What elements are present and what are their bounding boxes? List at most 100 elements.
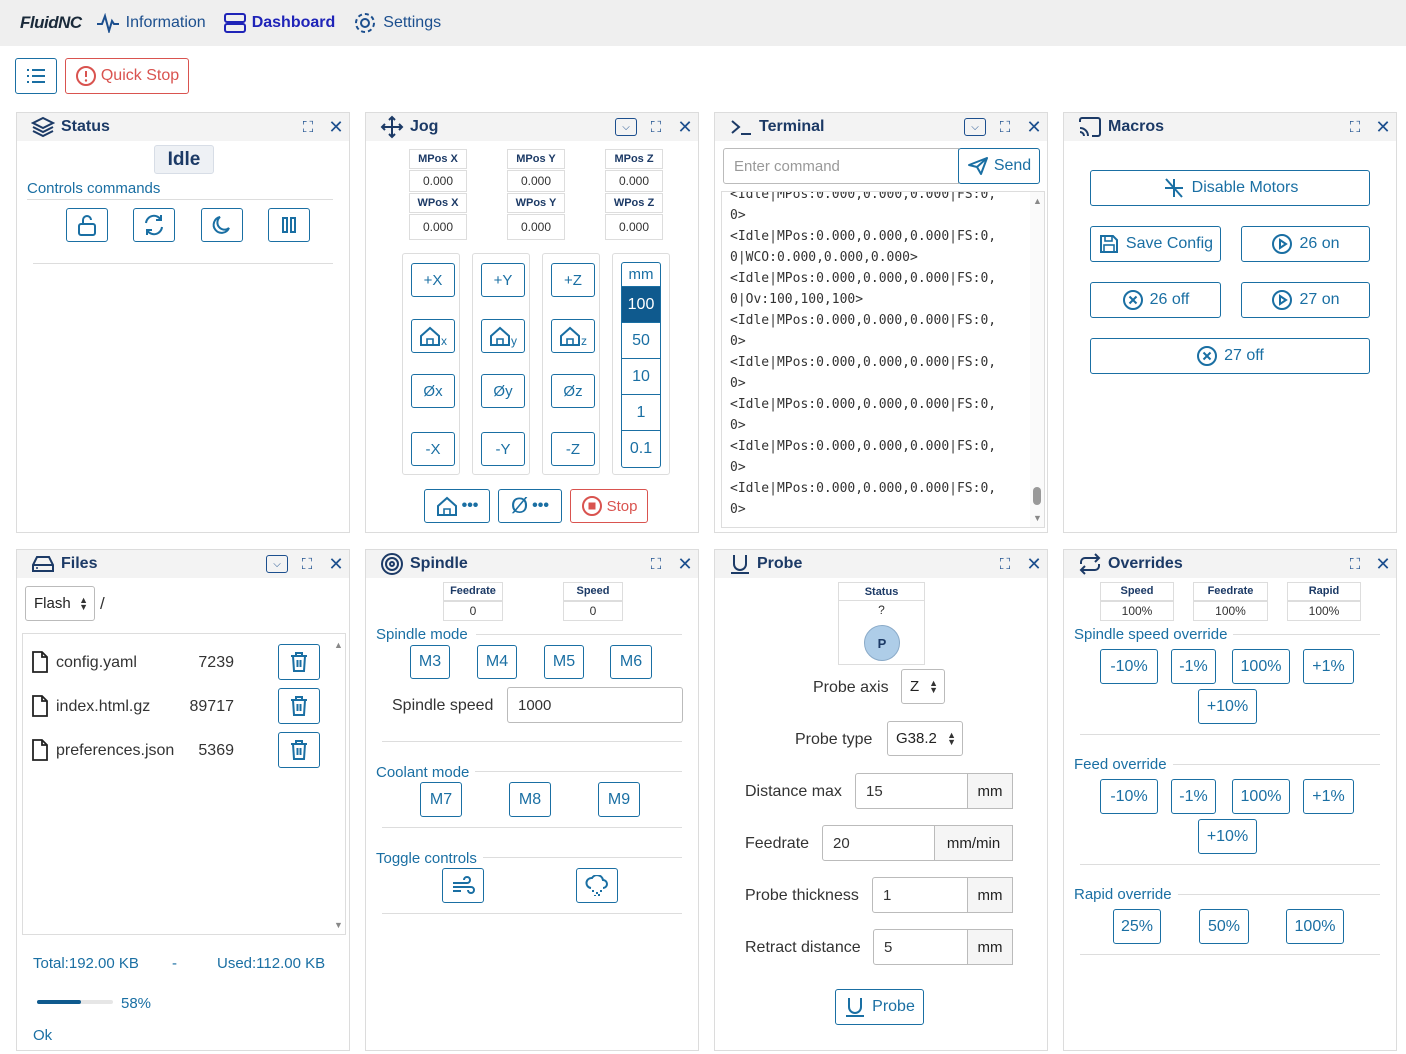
- scroll-up-icon[interactable]: ▲: [334, 640, 343, 650]
- jog-stop-button[interactable]: Stop: [570, 489, 648, 523]
- close-icon[interactable]: ✕: [1375, 117, 1391, 137]
- terminal-dropdown-button[interactable]: ⌵: [964, 118, 986, 136]
- close-icon[interactable]: ✕: [677, 554, 693, 574]
- jog-step-1[interactable]: 1: [622, 395, 660, 431]
- home-z-button[interactable]: z: [551, 319, 595, 353]
- fullscreen-icon[interactable]: ⛶: [997, 555, 1013, 573]
- unlock-button[interactable]: [66, 208, 108, 242]
- feed-minus-1-button[interactable]: -1%: [1171, 779, 1216, 814]
- spindle-minus-10-button[interactable]: -10%: [1100, 649, 1158, 684]
- m9-button[interactable]: M9: [598, 782, 640, 817]
- rapid-25-button[interactable]: 25%: [1113, 909, 1161, 944]
- fullscreen-icon[interactable]: ⛶: [648, 555, 664, 573]
- home-y-button[interactable]: y: [481, 319, 525, 353]
- feed-plus-1-button[interactable]: +1%: [1303, 779, 1354, 814]
- jog-step-0-1[interactable]: 0.1: [622, 431, 660, 467]
- jog-plus-x-button[interactable]: +X: [411, 263, 455, 297]
- delete-file-button[interactable]: [278, 688, 320, 724]
- delete-file-button[interactable]: [278, 644, 320, 680]
- brand-logo[interactable]: FluidNC: [20, 13, 82, 33]
- home-all-button[interactable]: •••: [424, 489, 490, 523]
- nav-dashboard[interactable]: Dashboard: [223, 12, 335, 34]
- close-icon[interactable]: ✕: [1026, 554, 1042, 574]
- jog-step-10[interactable]: 10: [622, 359, 660, 395]
- spindle-100-button[interactable]: 100%: [1232, 649, 1290, 684]
- m4-button[interactable]: M4: [477, 645, 517, 679]
- spindle-speed-input[interactable]: 1000: [507, 687, 683, 723]
- terminal-scrollbar[interactable]: ▲ ▼: [1030, 192, 1044, 527]
- scroll-down-icon[interactable]: ▼: [1033, 513, 1042, 523]
- spindle-plus-1-button[interactable]: +1%: [1303, 649, 1354, 684]
- jog-step-50[interactable]: 50: [622, 323, 660, 359]
- probe-distance-input[interactable]: 15: [855, 773, 968, 809]
- probe-button[interactable]: Probe: [835, 989, 924, 1025]
- quick-stop-button[interactable]: Quick Stop: [65, 58, 189, 94]
- m8-button[interactable]: M8: [509, 782, 551, 817]
- nav-information[interactable]: Information: [96, 13, 206, 33]
- m3-button[interactable]: M3: [410, 645, 450, 679]
- probe-feedrate-input[interactable]: 20: [822, 825, 935, 861]
- save-config-button[interactable]: Save Config: [1090, 226, 1221, 262]
- pause-button[interactable]: [268, 208, 310, 242]
- spindle-plus-10-button[interactable]: +10%: [1198, 689, 1257, 724]
- zero-all-button[interactable]: Ø •••: [498, 489, 562, 523]
- macro-26-off-button[interactable]: 26 off: [1090, 282, 1221, 318]
- files-dropdown-button[interactable]: ⌵: [266, 555, 288, 573]
- zero-x-button[interactable]: Øx: [411, 374, 455, 408]
- filesystem-select[interactable]: Flash ▲ ▼: [25, 586, 95, 621]
- reset-button[interactable]: [133, 208, 175, 242]
- feed-100-button[interactable]: 100%: [1232, 779, 1290, 814]
- macro-27-off-button[interactable]: 27 off: [1090, 338, 1370, 374]
- toggle-mist-button[interactable]: [576, 868, 618, 903]
- fullscreen-icon[interactable]: ⛶: [1347, 555, 1363, 573]
- jog-plus-y-button[interactable]: +Y: [481, 263, 525, 297]
- file-name[interactable]: config.yaml: [56, 654, 137, 672]
- spindle-minus-1-button[interactable]: -1%: [1171, 649, 1216, 684]
- fullscreen-icon[interactable]: ⛶: [648, 118, 664, 136]
- close-icon[interactable]: ✕: [677, 117, 693, 137]
- fullscreen-icon[interactable]: ⛶: [299, 555, 315, 573]
- home-x-button[interactable]: x: [411, 319, 455, 353]
- jog-step-100[interactable]: 100: [622, 287, 660, 323]
- feed-minus-10-button[interactable]: -10%: [1100, 779, 1158, 814]
- delete-file-button[interactable]: [278, 732, 320, 768]
- m5-button[interactable]: M5: [544, 645, 584, 679]
- rapid-100-button[interactable]: 100%: [1286, 909, 1344, 944]
- probe-axis-select[interactable]: Z ▲ ▼: [901, 669, 945, 704]
- files-scrollbar[interactable]: ▲ ▼: [331, 634, 345, 934]
- macro-26-on-button[interactable]: 26 on: [1241, 226, 1370, 262]
- zero-z-button[interactable]: Øz: [551, 374, 595, 408]
- panels-menu-button[interactable]: [15, 58, 57, 94]
- jog-plus-z-button[interactable]: +Z: [551, 263, 595, 297]
- close-icon[interactable]: ✕: [328, 554, 344, 574]
- nav-settings[interactable]: Settings: [353, 11, 441, 35]
- sleep-button[interactable]: [201, 208, 243, 242]
- jog-minus-y-button[interactable]: -Y: [481, 432, 525, 466]
- feed-plus-10-button[interactable]: +10%: [1198, 819, 1257, 854]
- file-name[interactable]: index.html.gz: [56, 698, 150, 716]
- probe-thickness-input[interactable]: 1: [872, 877, 968, 913]
- fullscreen-icon[interactable]: ⛶: [1347, 118, 1363, 136]
- jog-minus-x-button[interactable]: -X: [411, 432, 455, 466]
- zero-y-button[interactable]: Øy: [481, 374, 525, 408]
- disable-motors-button[interactable]: Disable Motors: [1090, 170, 1370, 206]
- terminal-send-button[interactable]: Send: [958, 148, 1040, 184]
- probe-type-select[interactable]: G38.2 ▲ ▼: [887, 721, 963, 756]
- jog-minus-z-button[interactable]: -Z: [551, 432, 595, 466]
- fullscreen-icon[interactable]: ⛶: [300, 118, 316, 136]
- fullscreen-icon[interactable]: ⛶: [997, 118, 1013, 136]
- m7-button[interactable]: M7: [420, 782, 462, 817]
- file-name[interactable]: preferences.json: [56, 742, 174, 760]
- close-icon[interactable]: ✕: [1026, 117, 1042, 137]
- close-icon[interactable]: ✕: [328, 117, 344, 137]
- toggle-air-button[interactable]: [442, 868, 484, 903]
- probe-retract-input[interactable]: 5: [873, 929, 968, 965]
- m6-button[interactable]: M6: [610, 645, 652, 679]
- rapid-50-button[interactable]: 50%: [1199, 909, 1249, 944]
- scroll-thumb[interactable]: [1033, 487, 1041, 505]
- scroll-down-icon[interactable]: ▼: [334, 920, 343, 930]
- scroll-up-icon[interactable]: ▲: [1033, 196, 1042, 206]
- terminal-command-input[interactable]: Enter command: [723, 148, 959, 184]
- macro-27-on-button[interactable]: 27 on: [1241, 282, 1370, 318]
- jog-dropdown-button[interactable]: ⌵: [615, 118, 637, 136]
